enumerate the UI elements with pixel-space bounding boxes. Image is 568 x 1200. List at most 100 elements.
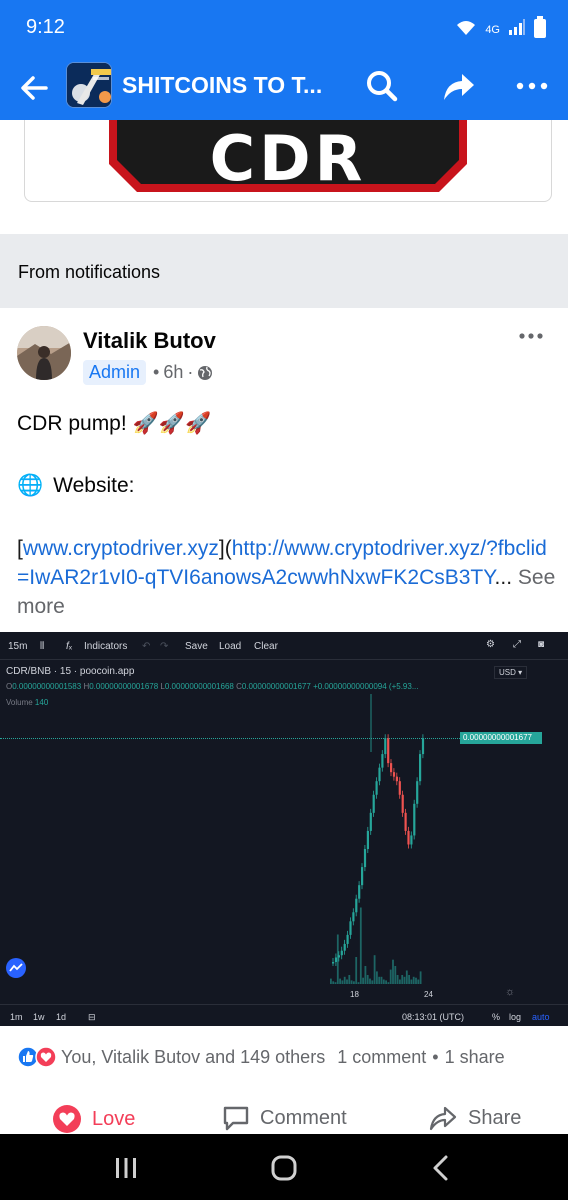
chevron-left-icon xyxy=(433,1155,448,1181)
network-label: 4G xyxy=(485,23,500,36)
chart-bottom-bar: 1m 1w 1d ⊟ 08:13:01 (UTC) % log auto xyxy=(0,1004,568,1026)
home-button[interactable] xyxy=(268,1152,300,1184)
candle-body xyxy=(346,934,349,944)
post-actions: Love Comment Share xyxy=(0,1098,568,1138)
price-chart[interactable]: 15m ⫴ fₓ Indicators ↶ ↷ Save Load Clear … xyxy=(0,632,568,1026)
candle-body xyxy=(352,912,355,922)
x-tick-label: 18 xyxy=(350,990,359,999)
volume-bar xyxy=(401,975,404,984)
volume-bar xyxy=(385,980,387,984)
app-bar: SHITCOINS TO T... xyxy=(0,56,568,120)
globe-emoji-icon: 🌐 xyxy=(17,474,44,497)
volume-bar xyxy=(389,969,392,984)
cdr-banner-text: CDR xyxy=(209,122,367,195)
volume-bar xyxy=(399,979,401,984)
volume-bar xyxy=(394,966,397,984)
comment-label: Comment xyxy=(260,1106,347,1129)
status-icons: 4G xyxy=(455,16,546,43)
volume-bar xyxy=(369,978,371,984)
love-button[interactable]: Love xyxy=(52,1104,135,1134)
volume-bar xyxy=(332,981,335,984)
volume-bar xyxy=(415,977,417,984)
range-1m[interactable]: 1m xyxy=(10,1012,23,1022)
search-button[interactable] xyxy=(362,66,402,106)
candle-body xyxy=(343,943,346,951)
volume-bar xyxy=(334,982,337,984)
home-icon xyxy=(271,1155,297,1181)
bracket: ]( xyxy=(218,537,232,560)
love-reaction-icon xyxy=(53,1105,81,1133)
more-options-button[interactable] xyxy=(512,66,552,106)
log-scale[interactable]: log xyxy=(509,1012,521,1022)
candle-body xyxy=(413,803,416,836)
volume-bar xyxy=(348,975,351,984)
love-label: Love xyxy=(92,1107,136,1130)
reaction-names[interactable]: You, Vitalik Butov and 149 others xyxy=(61,1047,325,1068)
volume-bar xyxy=(373,955,376,984)
previous-post-card[interactable]: CDR xyxy=(24,120,552,202)
website-label: Website: xyxy=(53,474,135,497)
back-nav-button[interactable] xyxy=(426,1152,458,1184)
meta-dot: • xyxy=(153,362,160,382)
separator-dot: • xyxy=(432,1046,439,1067)
volume-bar xyxy=(408,975,410,984)
candle-body xyxy=(366,830,369,849)
volume-bar xyxy=(341,980,344,984)
percent-scale[interactable]: % xyxy=(492,1012,500,1022)
from-notifications-label: From notifications xyxy=(18,262,161,282)
status-bar: 9:12 4G xyxy=(0,0,568,56)
candle-body xyxy=(421,738,425,755)
axis-settings-icon[interactable]: ☼ xyxy=(505,986,515,998)
reactions-summary[interactable]: You, Vitalik Butov and 149 others 1 comm… xyxy=(17,1046,505,1068)
volume-bar xyxy=(350,980,353,984)
post-options-button[interactable] xyxy=(514,324,550,348)
website-link[interactable]: www.cryptodriver.xyz xyxy=(23,537,219,560)
author-avatar[interactable] xyxy=(17,326,71,380)
comment-count[interactable]: 1 comment xyxy=(337,1047,426,1068)
wifi-icon xyxy=(455,17,477,42)
author-name[interactable]: Vitalik Butov xyxy=(83,328,216,354)
share-arrow-icon xyxy=(444,74,474,100)
group-title[interactable]: SHITCOINS TO T... xyxy=(122,72,322,99)
range-1d[interactable]: 1d xyxy=(56,1012,66,1022)
candle-body xyxy=(372,794,375,813)
candle-body xyxy=(349,921,352,935)
volume-bar xyxy=(382,979,385,984)
post-text: CDR pump! xyxy=(17,412,127,435)
share-label: Share xyxy=(468,1106,522,1129)
share-action-button[interactable]: Share xyxy=(428,1104,521,1132)
volume-bar xyxy=(380,976,383,984)
candle-body xyxy=(361,867,364,886)
candle-body xyxy=(419,754,422,782)
auto-scale[interactable]: auto xyxy=(532,1012,550,1022)
group-avatar[interactable] xyxy=(66,62,112,108)
tradingview-logo-icon[interactable] xyxy=(6,958,26,978)
share-button[interactable] xyxy=(438,66,478,106)
candle-body xyxy=(358,885,361,899)
x-tick-label: 24 xyxy=(424,990,433,999)
back-button[interactable] xyxy=(14,68,54,108)
range-1w[interactable]: 1w xyxy=(33,1012,45,1022)
website-line: 🌐 Website: xyxy=(17,474,134,498)
date-range-icon[interactable]: ⊟ xyxy=(88,1012,96,1023)
candle-body xyxy=(355,898,358,913)
rocket-emojis: 🚀🚀🚀 xyxy=(132,412,212,435)
candle-body xyxy=(363,849,367,868)
recent-apps-button[interactable] xyxy=(110,1152,142,1184)
candle-body xyxy=(401,794,404,813)
volume-bar xyxy=(417,979,420,984)
volume-bar xyxy=(410,979,413,984)
share-count[interactable]: 1 share xyxy=(445,1047,505,1068)
status-time: 9:12 xyxy=(26,16,65,38)
volume-bar xyxy=(357,982,360,984)
ellipsis: ... xyxy=(494,566,513,589)
volume-bar xyxy=(359,907,362,984)
post-time[interactable]: 6h xyxy=(163,362,183,383)
comment-button[interactable]: Comment xyxy=(222,1104,347,1132)
volume-bar xyxy=(346,979,348,984)
post-text-line: CDR pump! 🚀🚀🚀 xyxy=(17,412,211,436)
candle-body xyxy=(340,950,343,956)
candle-body xyxy=(387,738,390,764)
volume-bar xyxy=(362,977,364,984)
candle-body xyxy=(395,776,398,782)
